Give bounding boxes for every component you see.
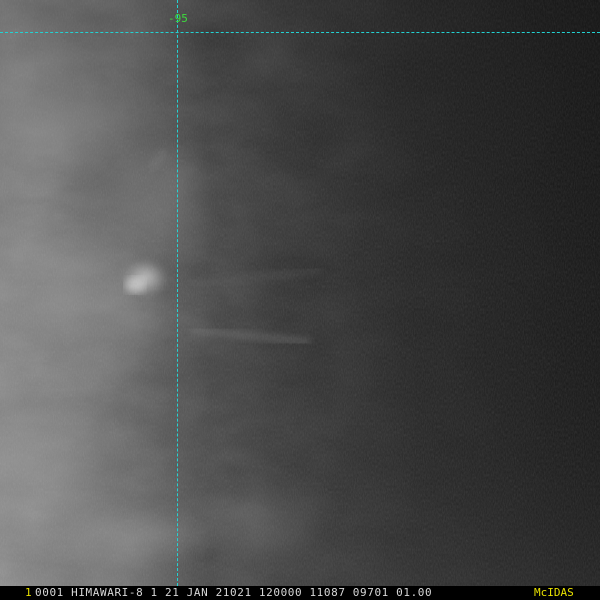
status-bar: 1 0001 HIMAWARI-8 1 21 JAN 21021 120000 … [0, 586, 600, 600]
image-info-text: 0001 HIMAWARI-8 1 21 JAN 21021 120000 11… [35, 586, 433, 599]
satellite-imagery [0, 0, 600, 586]
gridline-label: -95 [168, 12, 188, 25]
mcidas-logo-text: McIDAS [534, 586, 574, 599]
longitude-gridline [177, 0, 178, 586]
frame-number: 1 [25, 586, 32, 599]
latitude-gridline [0, 32, 600, 33]
satellite-image-viewer: -95 1 0001 HIMAWARI-8 1 21 JAN 21021 120… [0, 0, 600, 600]
